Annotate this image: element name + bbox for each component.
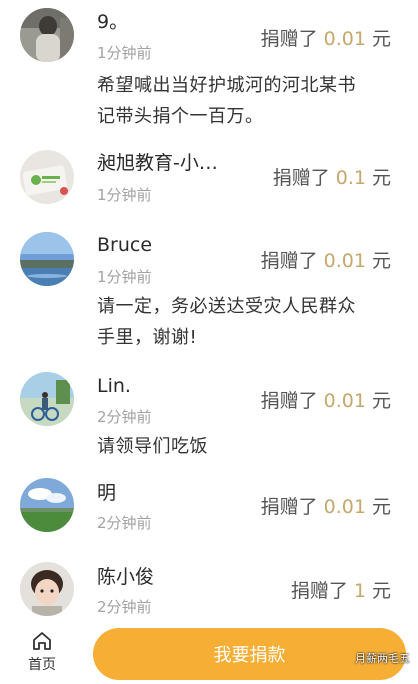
- donation-time: 1分钟前: [97, 268, 152, 286]
- donor-name: 9。: [97, 11, 129, 33]
- donation-time: 1分钟前: [97, 186, 152, 204]
- amount-unit: 元: [365, 250, 391, 272]
- message-line: 希望喊出当好护城河的河北某书: [97, 75, 356, 96]
- home-icon: [16, 630, 68, 652]
- amount-value: 0.01: [323, 28, 366, 50]
- amount-prefix: 捐赠了: [272, 167, 336, 189]
- donation-time: 2分钟前: [97, 514, 152, 532]
- amount-prefix: 捐赠了: [290, 580, 354, 602]
- message-line: 手里，谢谢!: [97, 327, 198, 348]
- amount-prefix: 捐赠了: [260, 28, 324, 50]
- donation-message: 希望喊出当好护城河的河北某书 记带头捐个一百万。: [97, 70, 397, 132]
- avatar[interactable]: [20, 562, 74, 616]
- donation-time: 1分钟前: [97, 44, 152, 62]
- avatar[interactable]: [20, 232, 74, 286]
- donation-message: 请一定，务必送达受灾人民群众 手里，谢谢!: [97, 291, 397, 353]
- amount-unit: 元: [365, 496, 391, 518]
- message-line: 请领导们吃饭: [97, 436, 208, 457]
- amount-prefix: 捐赠了: [260, 390, 324, 412]
- amount-unit: 元: [365, 580, 391, 602]
- watermark: 月薪两毛五: [355, 652, 410, 665]
- message-line: 请一定，务必送达受灾人民群众: [97, 296, 356, 317]
- home-tab[interactable]: 首页: [16, 630, 68, 680]
- amount-value: 0.01: [323, 250, 366, 272]
- donation-time: 2分钟前: [97, 408, 152, 426]
- avatar[interactable]: [20, 150, 74, 204]
- donor-name: 陈小俊: [97, 566, 155, 588]
- amount-prefix: 捐赠了: [260, 250, 324, 272]
- amount-unit: 元: [365, 390, 391, 412]
- donor-name: Bruce: [97, 234, 153, 256]
- donation-amount: 捐赠了 0.01 元: [261, 389, 391, 413]
- donor-name: 明: [97, 482, 117, 504]
- amount-value: 1: [353, 580, 366, 602]
- donation-amount: 捐赠了 0.1 元: [273, 166, 391, 190]
- avatar[interactable]: [20, 8, 74, 62]
- donation-amount: 捐赠了 0.01 元: [261, 495, 391, 519]
- avatar[interactable]: [20, 478, 74, 532]
- home-label: 首页: [28, 657, 56, 673]
- avatar[interactable]: [20, 372, 74, 426]
- amount-value: 0.01: [323, 496, 366, 518]
- donation-amount: 捐赠了 0.01 元: [261, 249, 391, 273]
- donor-name: Lin.: [97, 375, 131, 397]
- donation-amount: 捐赠了 1 元: [291, 579, 391, 603]
- amount-value: 0.01: [323, 390, 366, 412]
- donor-name: 昶旭教育-小…: [97, 152, 218, 174]
- amount-unit: 元: [365, 28, 391, 50]
- donation-message: 请领导们吃饭: [97, 431, 397, 462]
- amount-unit: 元: [365, 167, 391, 189]
- donation-amount: 捐赠了 0.01 元: [261, 27, 391, 51]
- message-line: 记带头捐个一百万。: [97, 106, 264, 127]
- amount-value: 0.1: [335, 167, 366, 189]
- donation-time: 2分钟前: [97, 598, 152, 616]
- amount-prefix: 捐赠了: [260, 496, 324, 518]
